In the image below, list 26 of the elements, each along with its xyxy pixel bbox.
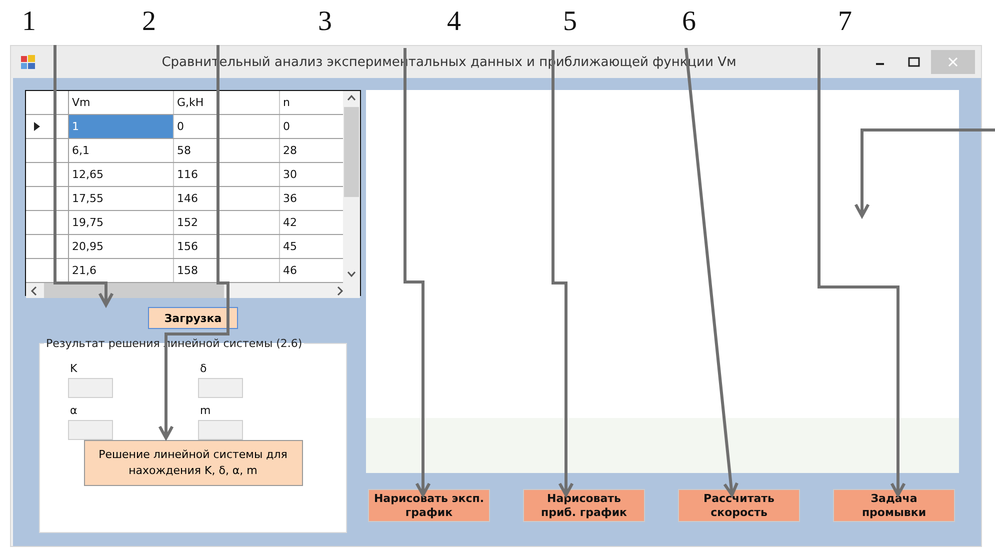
field-label: α [69, 404, 78, 417]
callout-number: 7 [838, 6, 852, 38]
field-label: δ [199, 362, 208, 375]
column-header[interactable]: Vm [69, 91, 174, 114]
app-icon [21, 55, 35, 69]
callout-number: 6 [682, 6, 696, 38]
solve-button[interactable]: Решение линейной системы для нахождения K, δ, α, m [84, 440, 302, 486]
input-field[interactable] [68, 378, 113, 398]
action-button[interactable]: Нарисовать приб. график [523, 489, 645, 522]
load-button[interactable]: Загрузка [148, 307, 238, 329]
callout-number: 4 [447, 6, 461, 38]
action-button[interactable]: Рассчитать скорость [678, 489, 800, 522]
input-field[interactable] [68, 420, 113, 440]
action-button[interactable]: Задача промывки [833, 489, 955, 522]
callout-number: 5 [563, 6, 577, 38]
callout-number: 1 [22, 6, 36, 38]
horizontal-scrollbar[interactable] [26, 283, 360, 298]
field-label: m [199, 404, 212, 417]
field-label: K [69, 362, 78, 375]
callout-number: 3 [318, 6, 332, 38]
input-field[interactable] [198, 378, 243, 398]
input-field[interactable] [198, 420, 243, 440]
close-icon [948, 57, 958, 67]
action-button[interactable]: Нарисовать эксп. график [368, 489, 490, 522]
maximize-icon [908, 57, 920, 67]
callout-number: 2 [142, 6, 156, 38]
